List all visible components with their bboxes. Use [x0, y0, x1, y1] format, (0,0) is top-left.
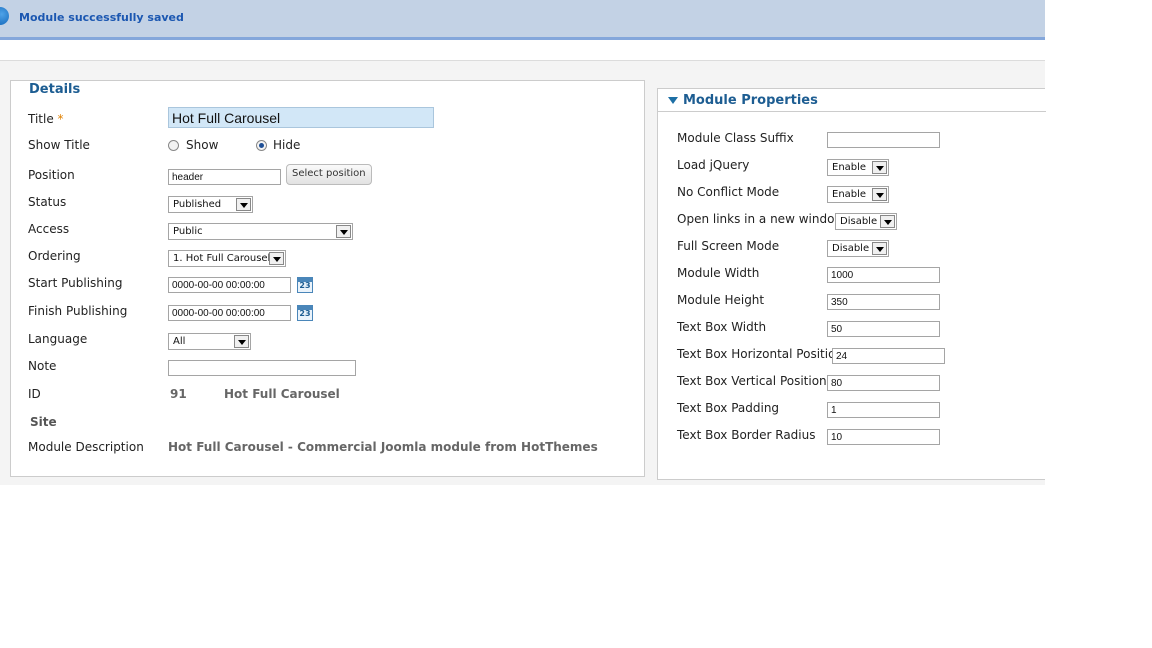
position-label: Position — [28, 168, 75, 182]
title-label: Title * — [28, 112, 64, 126]
text-box-width-label: Text Box Width — [677, 320, 767, 334]
required-marker: * — [57, 112, 64, 126]
info-icon — [0, 7, 9, 25]
title-input[interactable] — [168, 107, 434, 128]
text-box-h-pos-label: Text Box Horizontal Position — [677, 347, 844, 361]
module-properties-toggle[interactable]: Module Properties — [658, 89, 1046, 112]
module-properties-panel: Module Properties Module Class Suffix Lo… — [657, 88, 1046, 480]
status-label: Status — [28, 195, 67, 209]
start-publishing-input[interactable] — [168, 277, 291, 293]
text-box-h-pos-input[interactable] — [832, 348, 945, 364]
select-position-button[interactable]: Select position — [286, 164, 372, 185]
module-width-input[interactable] — [827, 267, 940, 283]
module-class-suffix-input[interactable] — [827, 132, 940, 148]
chevron-down-icon — [234, 335, 249, 348]
module-height-label: Module Height — [677, 293, 765, 307]
ordering-select[interactable]: 1. Hot Full Carousel — [168, 250, 286, 267]
open-links-value: Disable — [840, 216, 878, 227]
details-fieldset: Details Title * Show Title Show Hide Pos… — [10, 80, 645, 477]
ordering-value: 1. Hot Full Carousel — [173, 253, 271, 264]
text-box-padding-label: Text Box Padding — [677, 401, 780, 415]
status-select[interactable]: Published — [168, 196, 253, 213]
chevron-down-icon — [269, 252, 284, 265]
text-box-padding-input[interactable] — [827, 402, 940, 418]
success-message: Module successfully saved — [19, 11, 184, 24]
hide-radio-label: Hide — [273, 138, 301, 152]
chevron-down-icon — [872, 188, 887, 201]
status-value: Published — [173, 199, 222, 210]
open-links-select[interactable]: Disable — [835, 213, 897, 230]
text-box-v-pos-input[interactable] — [827, 375, 940, 391]
open-links-label: Open links in a new window — [677, 212, 845, 226]
module-description-label: Module Description — [28, 440, 144, 454]
calendar-icon[interactable]: 23 — [297, 277, 313, 293]
access-value: Public — [173, 226, 203, 237]
module-properties-title: Module Properties — [683, 93, 818, 108]
id-value: 91 — [170, 387, 187, 401]
no-conflict-label: No Conflict Mode — [677, 185, 780, 199]
chevron-down-icon — [336, 225, 351, 238]
full-screen-label: Full Screen Mode — [677, 239, 780, 253]
full-screen-value: Disable — [832, 243, 870, 254]
site-label: Site — [30, 415, 57, 429]
show-title-label: Show Title — [28, 138, 90, 152]
access-label: Access — [28, 222, 70, 236]
show-radio-label: Show — [186, 138, 219, 152]
show-title-show-radio[interactable] — [168, 140, 179, 151]
language-value: All — [173, 336, 186, 347]
load-jquery-value: Enable — [832, 162, 867, 173]
show-title-hide-radio[interactable] — [256, 140, 267, 151]
text-box-width-input[interactable] — [827, 321, 940, 337]
no-conflict-select[interactable]: Enable — [827, 186, 889, 203]
calendar-icon[interactable]: 23 — [297, 305, 313, 321]
module-width-label: Module Width — [677, 266, 760, 280]
text-box-v-pos-label: Text Box Vertical Position — [677, 374, 827, 388]
module-description-value: Hot Full Carousel - Commercial Joomla mo… — [168, 440, 598, 454]
note-input[interactable] — [168, 360, 356, 376]
module-class-suffix-label: Module Class Suffix — [677, 131, 794, 145]
load-jquery-select[interactable]: Enable — [827, 159, 889, 176]
id-module-name: Hot Full Carousel — [224, 387, 340, 401]
position-input[interactable] — [168, 169, 281, 185]
load-jquery-label: Load jQuery — [677, 158, 750, 172]
language-select[interactable]: All — [168, 333, 251, 350]
no-conflict-value: Enable — [832, 189, 867, 200]
chevron-down-icon — [872, 242, 887, 255]
text-box-radius-label: Text Box Border Radius — [677, 428, 816, 442]
triangle-down-icon — [668, 97, 678, 104]
system-message-bar: Module successfully saved — [0, 0, 1045, 40]
note-label: Note — [28, 359, 57, 373]
finish-publishing-input[interactable] — [168, 305, 291, 321]
chevron-down-icon — [236, 198, 251, 211]
access-select[interactable]: Public — [168, 223, 353, 240]
text-box-radius-input[interactable] — [827, 429, 940, 445]
start-publishing-label: Start Publishing — [28, 276, 123, 290]
details-legend: Details — [28, 82, 82, 97]
ordering-label: Ordering — [28, 249, 81, 263]
id-label: ID — [28, 387, 41, 401]
full-screen-select[interactable]: Disable — [827, 240, 889, 257]
module-height-input[interactable] — [827, 294, 940, 310]
language-label: Language — [28, 332, 88, 346]
chevron-down-icon — [880, 215, 895, 228]
finish-publishing-label: Finish Publishing — [28, 304, 128, 318]
chevron-down-icon — [872, 161, 887, 174]
